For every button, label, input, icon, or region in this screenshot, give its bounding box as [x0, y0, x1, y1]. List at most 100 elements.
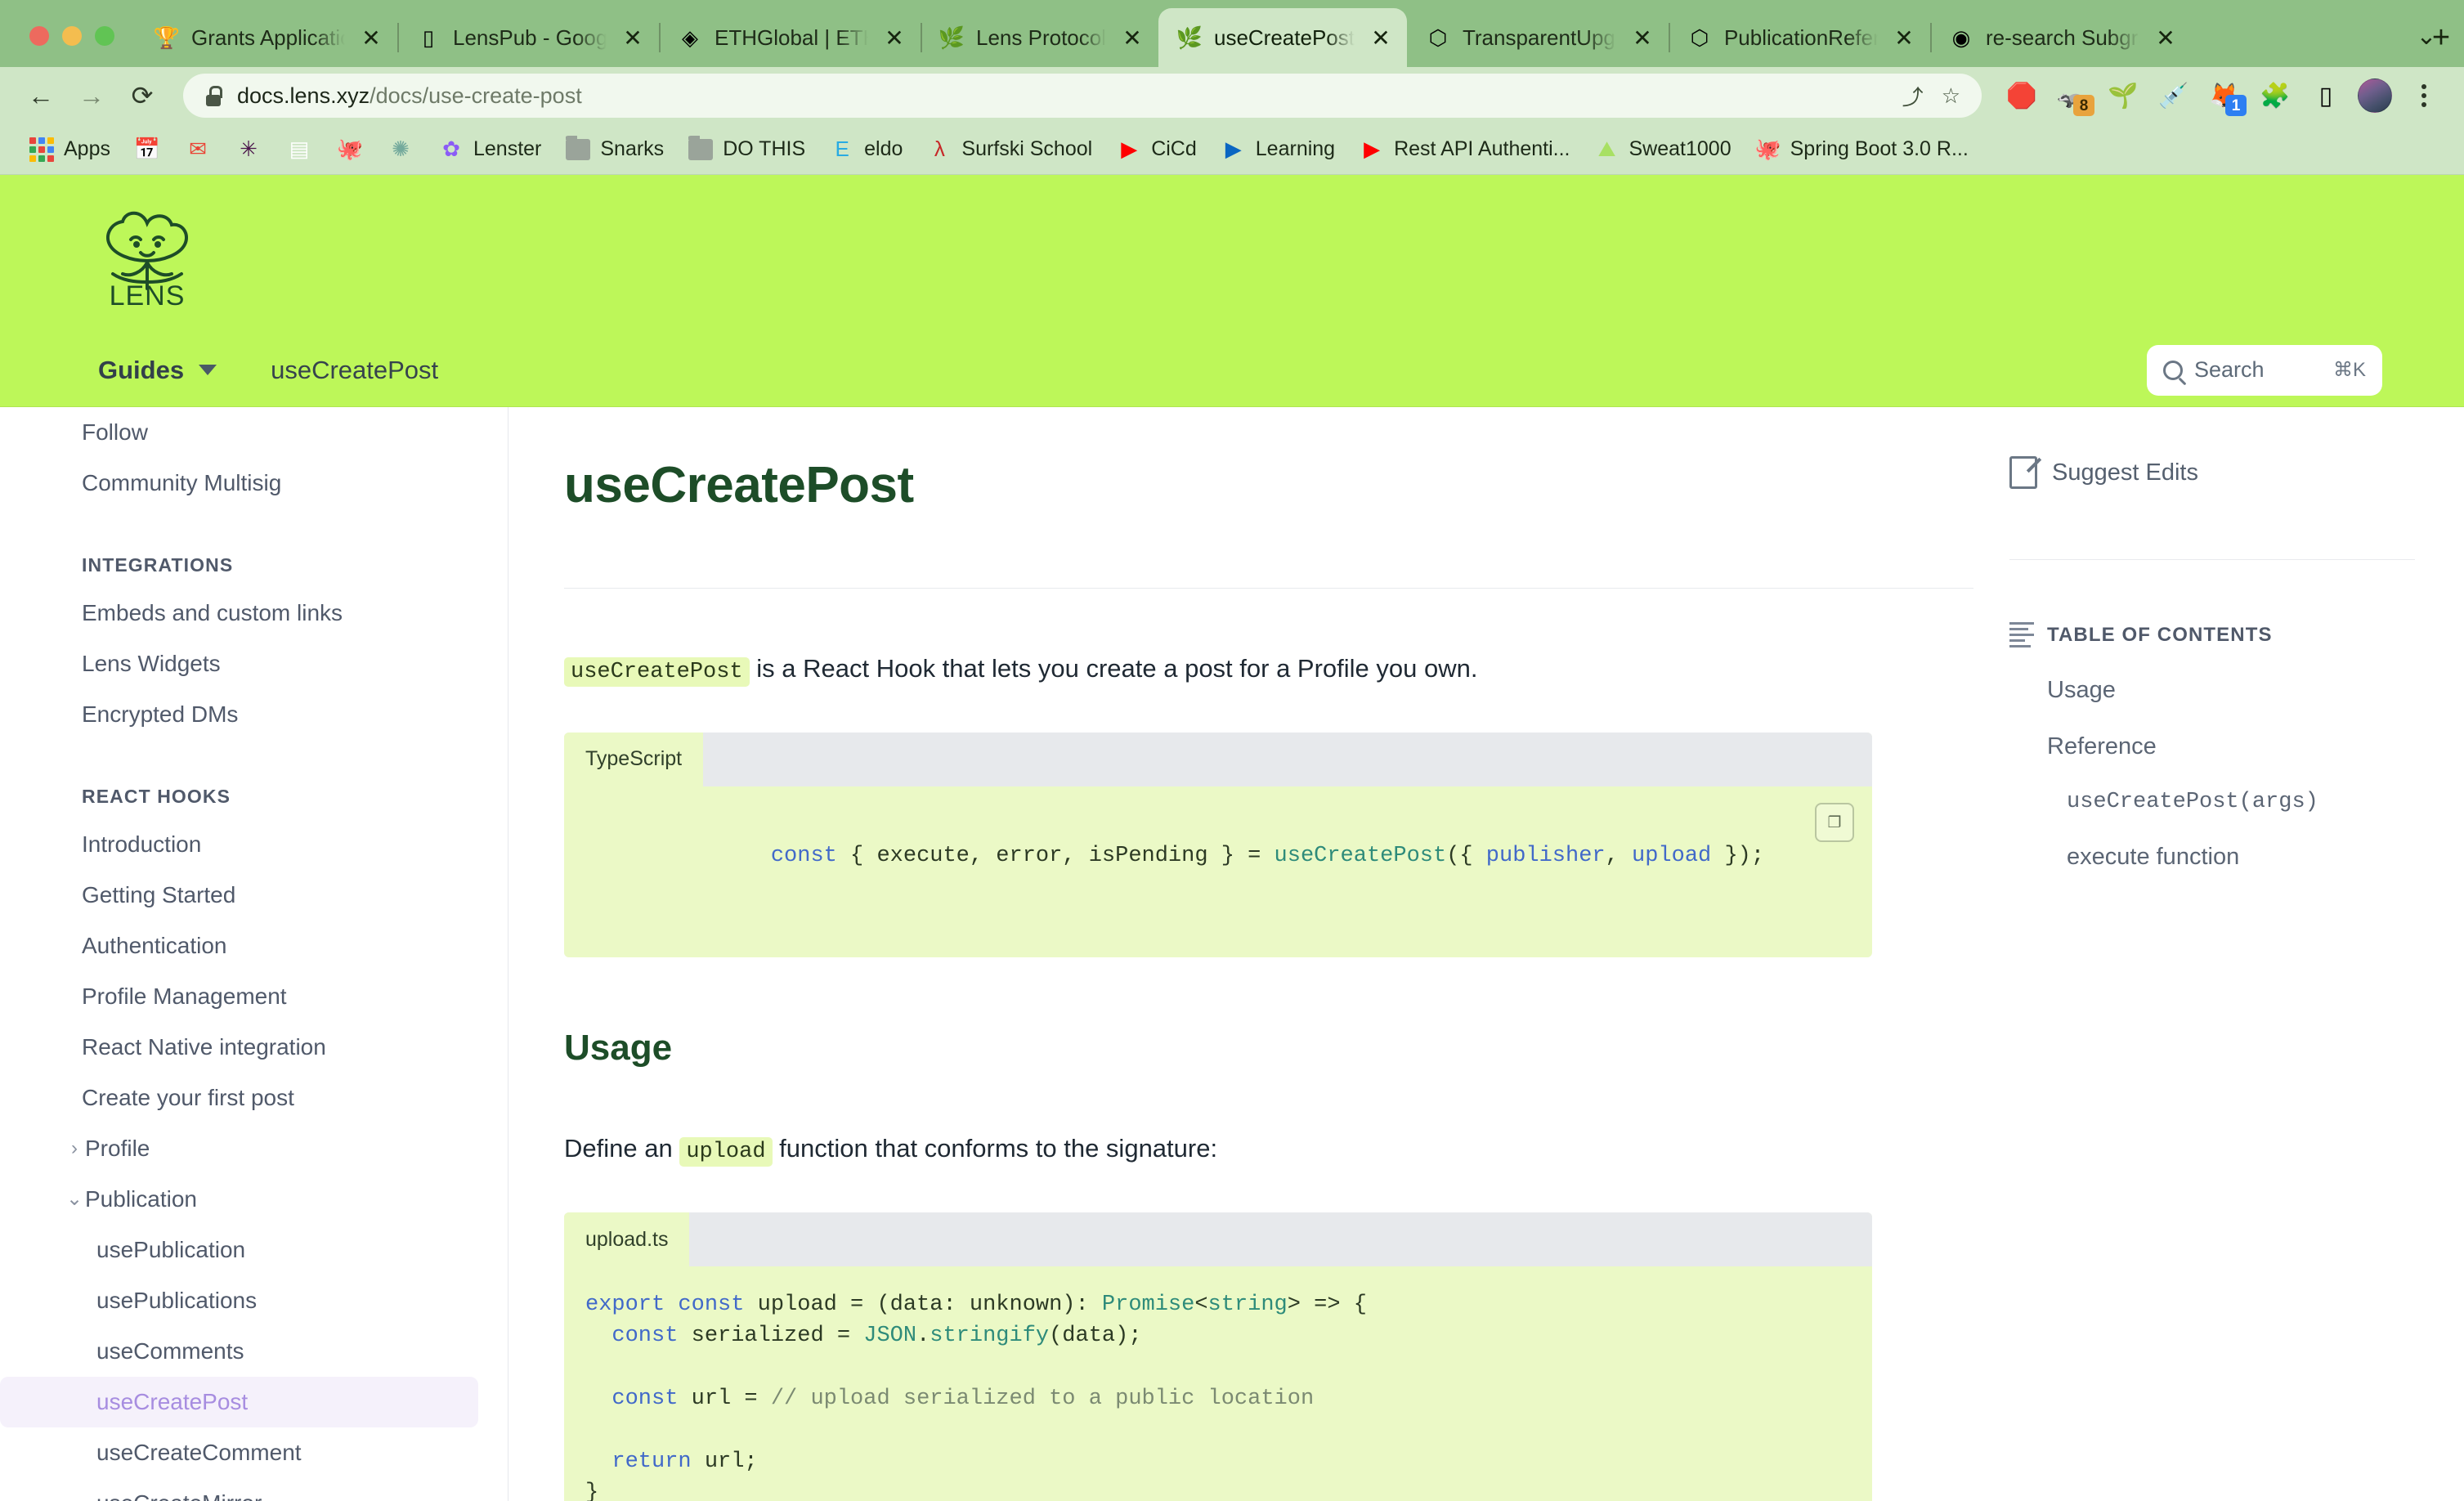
sidebar-item-usecreatepost[interactable]: useCreatePost — [0, 1377, 478, 1427]
privacy-badger-icon[interactable]: 🦡 8 — [2050, 74, 2094, 118]
bookmark-item[interactable]: DO THIS — [677, 131, 815, 168]
browser-tab[interactable]: ◈ ETHGlobal | ETHGl ✕ — [659, 8, 921, 67]
close-icon[interactable]: ✕ — [880, 23, 909, 52]
github-icon: 🐙 — [336, 137, 364, 161]
bookmark-item[interactable]: λ Surfski School — [916, 131, 1102, 168]
tab-search-caret-icon[interactable]: ⌄ — [2407, 16, 2446, 56]
side-panel-icon[interactable]: ▯ — [2304, 74, 2348, 118]
sidebar-item-usecomments[interactable]: useComments — [0, 1326, 478, 1377]
address-bar[interactable]: docs.lens.xyz/docs/use-create-post ⤴ ☆ — [183, 74, 1982, 118]
bookmark-star-icon[interactable]: ☆ — [1942, 83, 1960, 109]
sidebar-item-lens-widgets[interactable]: Lens Widgets — [0, 638, 478, 689]
sidebar-item-react-native-integration[interactable]: React Native integration — [0, 1022, 478, 1073]
browser-tab[interactable]: 🌿 Lens Protocol ✕ — [921, 8, 1158, 67]
code-token: url = — [678, 1386, 771, 1411]
sidebar-item-publication[interactable]: ⌄ Publication — [0, 1174, 478, 1225]
signature-code-block: TypeScript const { execute, error, isPen… — [564, 732, 1872, 958]
sidebar-item-usepublication[interactable]: usePublication — [0, 1225, 478, 1275]
browser-tab[interactable]: 🏆 Grants Application ✕ — [136, 8, 397, 67]
browser-tab[interactable]: ◉ re-search Subgrap ✕ — [1929, 8, 2192, 67]
toc-link-usage[interactable]: Usage — [2009, 677, 2415, 704]
bookmark-item[interactable]: 🐙 — [326, 131, 374, 168]
color-picker-icon[interactable]: 💉 — [2152, 74, 2196, 118]
sidebar-item-usecreatecomment[interactable]: useCreateComment — [0, 1427, 478, 1478]
bookmark-item[interactable]: Snarks — [554, 131, 674, 168]
minimize-window-button[interactable] — [62, 26, 82, 46]
polygon-favicon: ⬡ — [1690, 25, 1709, 50]
chevron-down-icon[interactable]: ⌄ — [64, 1190, 85, 1209]
sidebar-item-profile[interactable]: › Profile — [0, 1123, 478, 1174]
forward-button[interactable]: → — [69, 73, 114, 119]
bookmark-item[interactable]: Eeldo — [818, 131, 912, 168]
suggest-edits-link[interactable]: Suggest Edits — [2009, 456, 2415, 489]
sidebar-item-usepublications[interactable]: usePublications — [0, 1275, 478, 1326]
close-icon[interactable]: ✕ — [1366, 23, 1396, 52]
ublock-origin-icon[interactable]: 🛑 — [2000, 74, 2044, 118]
code-token: }); — [1711, 844, 1765, 869]
bookmark-item[interactable]: ✳ — [225, 131, 272, 168]
reload-button[interactable]: ⟳ — [119, 73, 165, 119]
bookmark-item[interactable]: ▶ Learning — [1210, 131, 1345, 168]
code-token: const — [612, 1386, 679, 1411]
breadcrumb: useCreatePost — [271, 355, 439, 384]
toc-link-reference[interactable]: Reference — [2009, 733, 2415, 760]
bookmark-item[interactable]: ✺ — [377, 131, 424, 168]
sidebar-item-profile-management[interactable]: Profile Management — [0, 971, 478, 1022]
close-icon[interactable]: ✕ — [1118, 23, 1147, 52]
sidebar-item-community-multisig[interactable]: Community Multisig — [0, 458, 478, 509]
sidebar-item-introduction[interactable]: Introduction — [0, 819, 478, 870]
bookmark-item[interactable]: 📅 — [123, 131, 171, 168]
browser-tab[interactable]: ▯ LensPub - Google ✕ — [397, 8, 659, 67]
code-tab-typescript[interactable]: TypeScript — [564, 732, 704, 786]
code-tab-upload-ts[interactable]: upload.ts — [564, 1212, 690, 1266]
bookmark-item[interactable]: ✿ Lenster — [428, 131, 551, 168]
lens-logo[interactable]: LENS — [98, 204, 206, 306]
lens-extension-icon[interactable]: 🌱 — [2101, 74, 2145, 118]
search-icon — [2163, 360, 2183, 380]
sidebar-item-create-your-first-post[interactable]: Create your first post — [0, 1073, 478, 1123]
browser-tab[interactable]: ⬡ TransparentUpgra ✕ — [1407, 8, 1669, 67]
tab-title: LensPub - Google — [453, 25, 607, 50]
toc-link-execute-function[interactable]: execute function — [2009, 844, 2415, 871]
usage-text-prefix: Define an — [564, 1134, 680, 1163]
share-icon[interactable]: ⤴ — [1902, 81, 1924, 111]
guides-dropdown[interactable]: Guides — [98, 356, 217, 385]
close-icon[interactable]: ✕ — [618, 23, 647, 52]
sweat-icon: ⛰ — [1597, 136, 1616, 161]
browser-tab[interactable]: ⬡ PublicationRefere ✕ — [1668, 8, 1930, 67]
bookmark-item[interactable]: 🐙 Spring Boot 3.0 R... — [1745, 131, 1978, 168]
close-icon[interactable]: ✕ — [1628, 23, 1657, 52]
chrome-menu-icon[interactable] — [2402, 74, 2446, 118]
bookmark-item[interactable]: ▤ — [276, 131, 323, 168]
close-icon[interactable]: ✕ — [1889, 23, 1919, 52]
metamask-icon[interactable]: 🦊 1 — [2202, 74, 2247, 118]
bookmark-item[interactable]: ▶ CiCd — [1105, 131, 1207, 168]
maximize-window-button[interactable] — [95, 26, 114, 46]
extensions-puzzle-icon[interactable]: 🧩 — [2253, 74, 2297, 118]
close-icon[interactable]: ✕ — [356, 23, 386, 52]
code-token: useCreatePost — [1274, 844, 1447, 869]
toc-link-usecreatepost-args-[interactable]: useCreatePost(args) — [2009, 790, 2415, 814]
close-icon[interactable]: ✕ — [2151, 23, 2180, 52]
bookmark-item[interactable]: ⛰ Sweat1000 — [1584, 131, 1741, 168]
avatar[interactable] — [2353, 74, 2397, 118]
code-token: (data); — [1049, 1324, 1142, 1349]
close-window-button[interactable] — [29, 26, 49, 46]
lenster-icon: ✿ — [442, 137, 460, 161]
copy-icon[interactable]: ❐ — [1815, 802, 1854, 842]
sidebar-item-follow[interactable]: Follow — [0, 407, 478, 458]
search-input[interactable]: Search ⌘K — [2147, 344, 2382, 396]
code-token: publisher — [1485, 844, 1606, 869]
bookmark-item[interactable]: ▶ Rest API Authenti... — [1348, 131, 1579, 168]
bookmark-item[interactable]: Apps — [18, 131, 120, 168]
chevron-right-icon[interactable]: › — [64, 1139, 85, 1158]
bookmark-item[interactable]: ✉ — [174, 131, 222, 168]
sidebar-item-usecreatemirror[interactable]: useCreateMirror — [0, 1478, 478, 1501]
sidebar-item-authentication[interactable]: Authentication — [0, 921, 478, 971]
sidebar-item-encrypted-dms[interactable]: Encrypted DMs — [0, 689, 478, 740]
browser-tab-active[interactable]: 🌿 useCreatePost ✕ — [1158, 8, 1407, 67]
back-button[interactable]: ← — [18, 73, 64, 119]
sidebar-item-getting-started[interactable]: Getting Started — [0, 870, 478, 921]
url-path: /docs/use-create-post — [370, 83, 582, 108]
sidebar-item-embeds-and-custom-links[interactable]: Embeds and custom links — [0, 588, 478, 638]
